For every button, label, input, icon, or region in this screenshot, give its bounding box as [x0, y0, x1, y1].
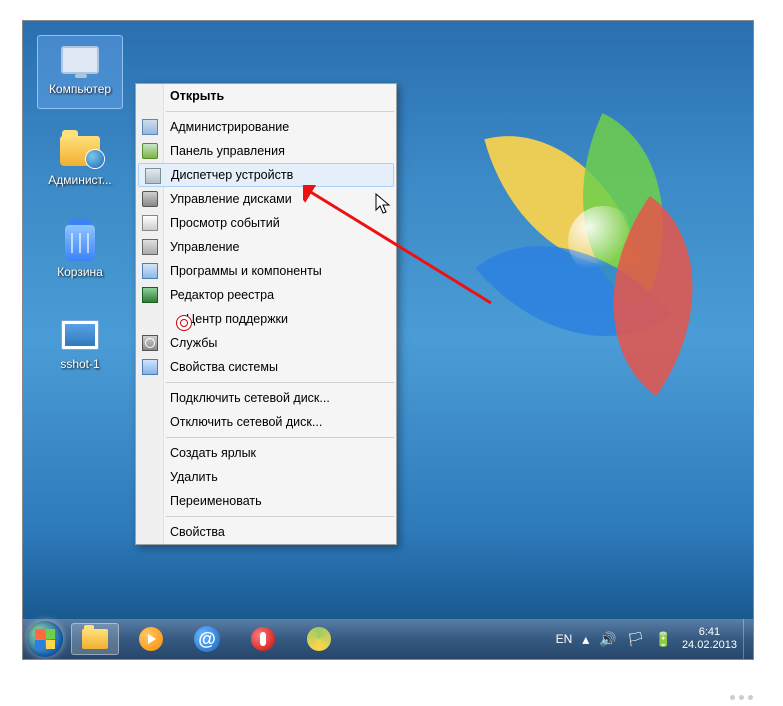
menu-separator [166, 516, 394, 517]
menu-item-icon [142, 215, 158, 231]
at-icon: @ [194, 626, 220, 652]
taskbar-mail-button[interactable]: @ [183, 623, 231, 655]
thumb-icon [61, 320, 99, 350]
menu-item-label: Программы и компоненты [170, 264, 322, 278]
menu-item-icon [142, 191, 158, 207]
menu-item-label: Переименовать [170, 494, 262, 508]
start-button[interactable] [27, 621, 63, 657]
folder-icon [82, 629, 108, 649]
menu-item[interactable]: Службы [136, 331, 396, 355]
menu-item-icon [176, 315, 192, 331]
desktop-icon-label: Компьютер [47, 82, 113, 96]
computer-icon[interactable]: Компьютер [37, 35, 123, 109]
menu-item-open[interactable]: Открыть [136, 84, 396, 108]
menu-item-icon [142, 263, 158, 279]
sshot-icon[interactable]: sshot-1 [37, 311, 123, 385]
tray-battery-icon[interactable]: 🔋 [655, 631, 672, 648]
tray-clock[interactable]: 6:41 24.02.2013 [682, 626, 737, 652]
menu-item-icon [142, 359, 158, 375]
menu-item[interactable]: Отключить сетевой диск... [136, 410, 396, 434]
taskbar-360-button[interactable] [295, 623, 343, 655]
bin-icon [65, 225, 95, 261]
desktop-icon-label: sshot-1 [58, 357, 101, 371]
tray-chevron-icon[interactable]: ▴ [582, 631, 589, 648]
tray-action-center-icon[interactable]: 🏳 [627, 631, 645, 648]
language-indicator[interactable]: EN [556, 632, 573, 646]
recycle-bin-icon[interactable]: Корзина [37, 219, 123, 293]
screenshot-frame: Компьютер Админист... Корзина sshot-1 Откры… [22, 20, 754, 660]
menu-item-icon [142, 239, 158, 255]
folder-user-icon [60, 136, 100, 166]
menu-item-label: Свойства [170, 525, 225, 539]
system-tray: EN ▴ 🔊 🏳 🔋 6:41 24.02.2013 [556, 619, 753, 659]
menu-item[interactable]: Свойства системы [136, 355, 396, 379]
menu-item-label: Создать ярлык [170, 446, 256, 460]
taskbar-media-player-button[interactable] [127, 623, 175, 655]
shield-icon [307, 627, 331, 651]
menu-item-label: Службы [170, 336, 217, 350]
menu-item[interactable]: Центр поддержки [136, 307, 396, 331]
menu-item-label: Отключить сетевой диск... [170, 415, 322, 429]
menu-item-label: Редактор реестра [170, 288, 274, 302]
menu-item[interactable]: Управление [136, 235, 396, 259]
menu-item-label: Удалить [170, 470, 218, 484]
taskbar: @ EN ▴ 🔊 🏳 🔋 6:41 24.02.2013 [23, 619, 753, 659]
menu-item[interactable]: Свойства [136, 520, 396, 544]
menu-item-label: Управление дисками [170, 192, 292, 206]
menu-item-icon [142, 287, 158, 303]
tray-time: 6:41 [682, 626, 737, 639]
menu-item[interactable]: Подключить сетевой диск... [136, 386, 396, 410]
play-icon [139, 627, 163, 651]
menu-item[interactable]: Редактор реестра [136, 283, 396, 307]
menu-item-label: Свойства системы [170, 360, 278, 374]
computer-context-menu: Открыть Администрирование Панель управлени… [135, 83, 397, 545]
desktop-wallpaper: Компьютер Админист... Корзина sshot-1 Откры… [23, 21, 753, 659]
menu-item-label: Администрирование [170, 120, 289, 134]
desktop-icon-label: Админист... [46, 173, 113, 187]
menu-item-icon [145, 168, 161, 184]
taskbar-opera-button[interactable] [239, 623, 287, 655]
menu-item[interactable]: Диспетчер устройств [138, 163, 394, 187]
desktop-icons-column: Компьютер Админист... Корзина sshot-1 [37, 35, 123, 403]
menu-item-label: Управление [170, 240, 240, 254]
menu-item-icon [142, 335, 158, 351]
wallpaper-windows-logo [503, 121, 713, 351]
menu-item[interactable]: Удалить [136, 465, 396, 489]
tray-date: 24.02.2013 [682, 639, 737, 652]
menu-item[interactable]: Переименовать [136, 489, 396, 513]
menu-item-label: Подключить сетевой диск... [170, 391, 330, 405]
menu-item[interactable]: Создать ярлык [136, 441, 396, 465]
opera-icon [251, 627, 275, 651]
admin-icon[interactable]: Админист... [37, 127, 123, 201]
menu-item[interactable]: Панель управления [136, 139, 396, 163]
menu-item[interactable]: Управление дисками [136, 187, 396, 211]
menu-item-label: Центр поддержки [186, 312, 288, 326]
monitor-icon [61, 46, 99, 74]
menu-separator [166, 437, 394, 438]
taskbar-explorer-button[interactable] [71, 623, 119, 655]
menu-item-label: Панель управления [170, 144, 285, 158]
menu-item[interactable]: Администрирование [136, 115, 396, 139]
menu-separator [166, 382, 394, 383]
menu-item-label: Просмотр событий [170, 216, 280, 230]
ellipsis-icon [730, 695, 753, 700]
tray-volume-icon[interactable]: 🔊 [599, 631, 616, 648]
desktop-icon-label: Корзина [55, 265, 105, 279]
menu-item[interactable]: Программы и компоненты [136, 259, 396, 283]
menu-item-icon [142, 143, 158, 159]
menu-item[interactable]: Просмотр событий [136, 211, 396, 235]
menu-item-icon [142, 119, 158, 135]
show-desktop-button[interactable] [743, 619, 753, 659]
menu-item-label: Диспетчер устройств [171, 168, 293, 182]
menu-separator [166, 111, 394, 112]
